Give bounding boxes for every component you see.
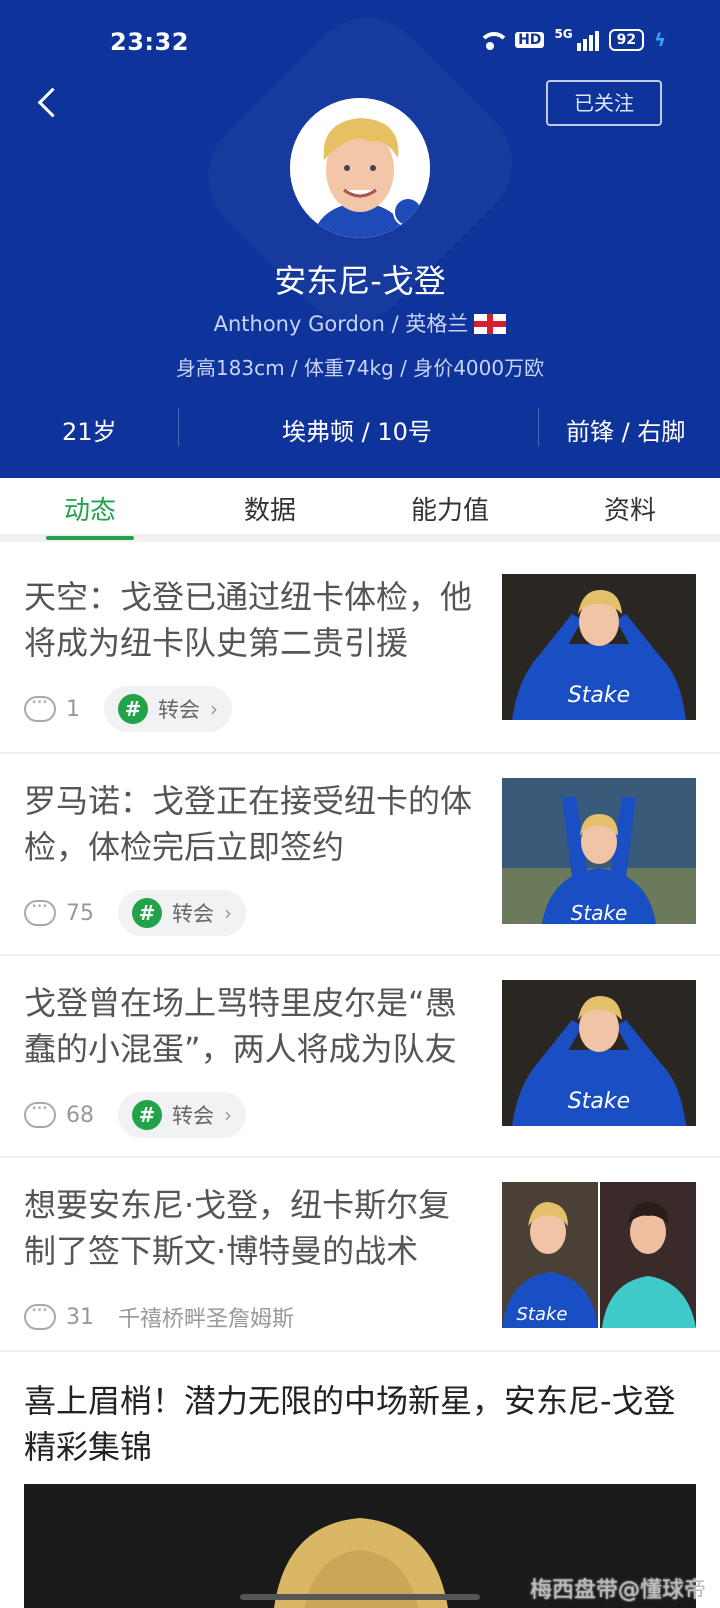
tab-data[interactable]: 数据 [210, 490, 330, 527]
comment-icon [24, 894, 56, 926]
tab-profile[interactable]: 资料 [570, 490, 690, 527]
news-source: 千禧桥畔圣詹姆斯 [118, 1307, 295, 1332]
svg-text:Stake: Stake [571, 901, 628, 924]
news-title: 戈登曾在场上骂特里皮尔是“愚蠢的小混蛋”，两人将成为队友 [24, 984, 457, 1068]
chevron-right-icon: › [224, 901, 232, 925]
player-avatar [290, 98, 430, 238]
hashtag-icon: # [132, 898, 162, 928]
follow-button[interactable]: 已关注 [546, 80, 662, 126]
topic-tag-label: 转会 [172, 1104, 214, 1128]
stats-divider [538, 408, 539, 446]
tab-ability[interactable]: 能力值 [390, 490, 510, 527]
network-label: 5G [554, 27, 573, 41]
news-item[interactable]: 戈登曾在场上骂特里皮尔是“愚蠢的小混蛋”，两人将成为队友 Stake 68 # … [0, 956, 720, 1158]
signal-icon [576, 29, 599, 51]
chevron-right-icon: › [210, 697, 218, 721]
svg-text:Stake: Stake [516, 1304, 567, 1325]
player-english-name-nation: Anthony Gordon / 英格兰 [213, 312, 469, 336]
player-name: 安东尼-戈登 [274, 262, 446, 300]
news-meta: 1 # 转会 › [24, 686, 232, 732]
news-item[interactable]: 想要安东尼·戈登，纽卡斯尔复制了签下斯文·博特曼的战术 Stake 31 千禧桥… [0, 1158, 720, 1352]
status-bar: 23:32 HD 5G 92 ϟ [0, 0, 720, 84]
news-title: 天空：戈登已通过纽卡体检，他将成为纽卡队史第二贵引援 [24, 578, 473, 662]
player-position-foot: 前锋 / 右脚 [566, 418, 686, 446]
svg-text:Stake: Stake [568, 683, 630, 708]
chevron-right-icon: › [224, 1103, 232, 1127]
news-thumbnail-image: Stake [502, 778, 696, 924]
wifi-icon [475, 28, 511, 52]
topic-tag-label: 转会 [172, 902, 214, 926]
comment-icon [24, 1096, 56, 1128]
comment-count: 1 [66, 696, 80, 722]
england-flag-icon [474, 314, 507, 334]
news-meta: 68 # 转会 › [24, 1092, 246, 1138]
tab-bar: 动态 数据 能力值 资料 [0, 478, 720, 542]
video-title[interactable]: 喜上眉梢！潜力无限的中场新星，安东尼-戈登精彩集锦 [24, 1378, 696, 1470]
hd-icon: HD [515, 32, 545, 48]
player-subtitle: Anthony Gordon / 英格兰 [0, 308, 720, 338]
svg-text:Stake: Stake [568, 1089, 630, 1114]
news-title: 想要安东尼·戈登，纽卡斯尔复制了签下斯文·博特曼的战术 [24, 1186, 451, 1270]
status-icons: HD 5G 92 ϟ [475, 27, 666, 52]
news-thumbnail-image: Stake [502, 980, 696, 1126]
news-meta: 31 千禧桥畔圣詹姆斯 [24, 1294, 294, 1340]
battery-icon: 92 [608, 29, 645, 51]
topic-tag[interactable]: # 转会 › [118, 1092, 246, 1138]
news-thumbnail: Stake [502, 778, 696, 924]
comment-icon [24, 1298, 56, 1330]
player-header: 23:32 HD 5G 92 ϟ 已关注 安东尼-戈登 Anthony Gord… [0, 0, 720, 478]
news-thumbnail-image: Stake [502, 574, 696, 720]
news-title: 罗马诺：戈登正在接受纽卡的体检，体检完后立即签约 [24, 782, 473, 866]
news-thumbnail: Stake [502, 574, 696, 720]
topic-tag[interactable]: # 转会 › [104, 686, 232, 732]
home-indicator[interactable] [240, 1594, 480, 1600]
tab-active-indicator [46, 536, 134, 540]
player-stats-row: 21岁 埃弗顿 / 10号 前锋 / 右脚 [0, 402, 720, 452]
news-thumbnail-image: Stake [502, 1182, 696, 1328]
tab-news[interactable]: 动态 [30, 490, 150, 527]
player-club-number[interactable]: 埃弗顿 / 10号 [282, 412, 432, 447]
comment-count: 75 [66, 900, 94, 926]
stats-divider [178, 408, 179, 446]
comment-count: 68 [66, 1102, 94, 1128]
news-thumbnail: Stake [502, 980, 696, 1126]
news-thumbnail: Stake [502, 1182, 696, 1328]
news-item[interactable]: 天空：戈登已通过纽卡体检，他将成为纽卡队史第二贵引援 Stake 1 # 转会 … [0, 550, 720, 754]
back-button[interactable] [36, 86, 64, 120]
charging-icon: ϟ [654, 29, 666, 51]
status-time: 23:32 [110, 28, 189, 56]
topic-tag[interactable]: # 转会 › [118, 890, 246, 936]
hashtag-icon: # [118, 694, 148, 724]
comment-count: 31 [66, 1304, 94, 1330]
news-item[interactable]: 罗马诺：戈登正在接受纽卡的体检，体检完后立即签约 Stake 75 # 转会 › [0, 754, 720, 956]
player-age: 21岁 [62, 418, 117, 446]
news-meta: 75 # 转会 › [24, 890, 246, 936]
hashtag-icon: # [132, 1100, 162, 1130]
topic-tag-label: 转会 [158, 698, 200, 722]
watermark: 梅西盘带@懂球帝 [529, 1578, 706, 1603]
comment-icon [24, 690, 56, 722]
player-photo [290, 98, 430, 238]
player-physical: 身高183cm / 体重74kg / 身价4000万欧 [175, 356, 545, 380]
